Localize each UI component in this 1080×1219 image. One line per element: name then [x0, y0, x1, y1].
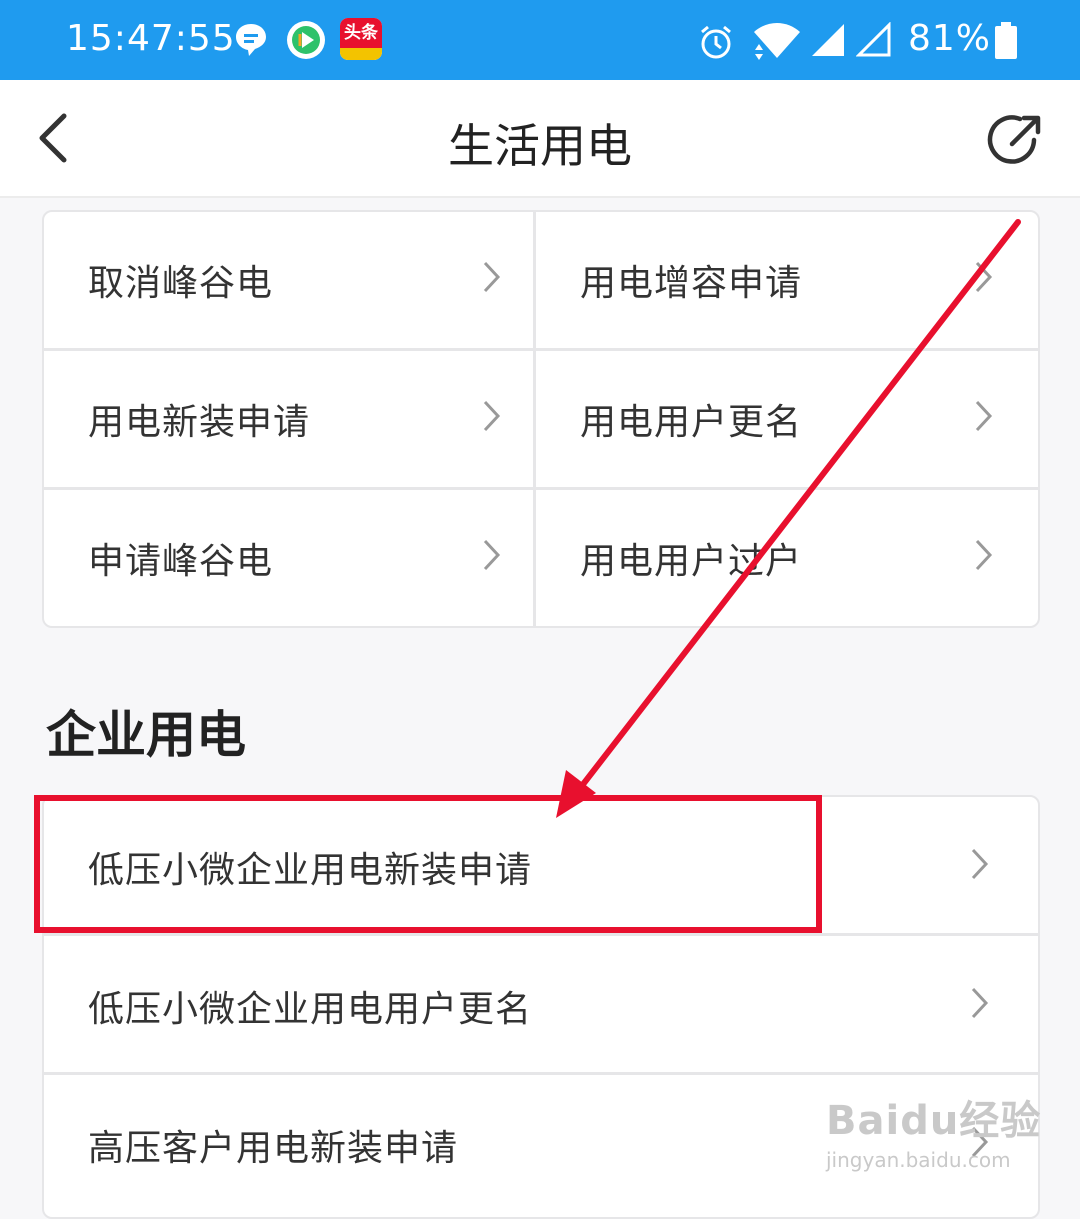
wifi-icon: [754, 23, 800, 60]
status-bar: 15:47:55 头条 81%: [0, 0, 1080, 80]
list-item-label: 高压客户用电新装申请: [88, 1128, 459, 1169]
chevron-right-icon: [975, 539, 993, 571]
grid-item-label: 用电用户更名: [580, 402, 803, 443]
annotation-highlight-box: [34, 795, 822, 933]
residential-services-grid: 取消峰谷电 用电增容申请 用电新装申请 用电用户更名 申请峰谷电 用电用户过户: [42, 210, 1040, 628]
video-play-icon: [287, 21, 325, 59]
signal-empty-icon: [856, 22, 891, 57]
grid-item-label: 用电增容申请: [580, 263, 803, 304]
page-title: 生活用电: [448, 119, 632, 173]
grid-item-label: 用电新装申请: [88, 402, 311, 443]
battery-icon: [995, 22, 1017, 59]
chevron-right-icon: [975, 261, 993, 293]
chevron-right-icon: [483, 261, 501, 293]
grid-item-new-install[interactable]: 用电新装申请: [44, 351, 532, 487]
battery-percent: 81%: [908, 18, 992, 59]
signal-icon: [812, 24, 844, 56]
toutiao-label: 头条: [340, 18, 382, 48]
chevron-right-icon: [971, 987, 989, 1019]
grid-item-label: 用电用户过户: [580, 541, 803, 582]
watermark-text: Baidu经验: [826, 1098, 1042, 1144]
grid-item-label: 取消峰谷电: [88, 263, 274, 304]
status-time: 15:47:55: [66, 18, 236, 59]
app-header: 生活用电: [0, 80, 1080, 198]
grid-item-label: 申请峰谷电: [88, 541, 274, 582]
grid-item-apply-peak-valley[interactable]: 申请峰谷电: [44, 490, 532, 626]
grid-item-capacity-increase[interactable]: 用电增容申请: [536, 212, 1024, 348]
chat-bubble-icon: [236, 24, 266, 56]
section-title-enterprise: 企业用电: [46, 706, 246, 764]
toutiao-app-icon: 头条: [340, 18, 382, 60]
baidu-watermark: Baidu经验 jingyan.baidu.com: [826, 1088, 1041, 1172]
watermark-url: jingyan.baidu.com: [826, 1148, 1011, 1172]
grid-item-rename-user[interactable]: 用电用户更名: [536, 351, 1024, 487]
chevron-right-icon: [975, 400, 993, 432]
share-arrow-icon[interactable]: [986, 110, 1046, 170]
chevron-right-icon: [483, 539, 501, 571]
grid-item-transfer-user[interactable]: 用电用户过户: [536, 490, 1024, 626]
grid-item-cancel-peak-valley[interactable]: 取消峰谷电: [44, 212, 532, 348]
chevron-right-icon: [971, 848, 989, 880]
alarm-icon: [701, 25, 731, 59]
list-item-label: 低压小微企业用电用户更名: [88, 989, 533, 1030]
chevron-right-icon: [483, 400, 501, 432]
list-item-lv-rename[interactable]: 低压小微企业用电用户更名: [44, 936, 1038, 1074]
